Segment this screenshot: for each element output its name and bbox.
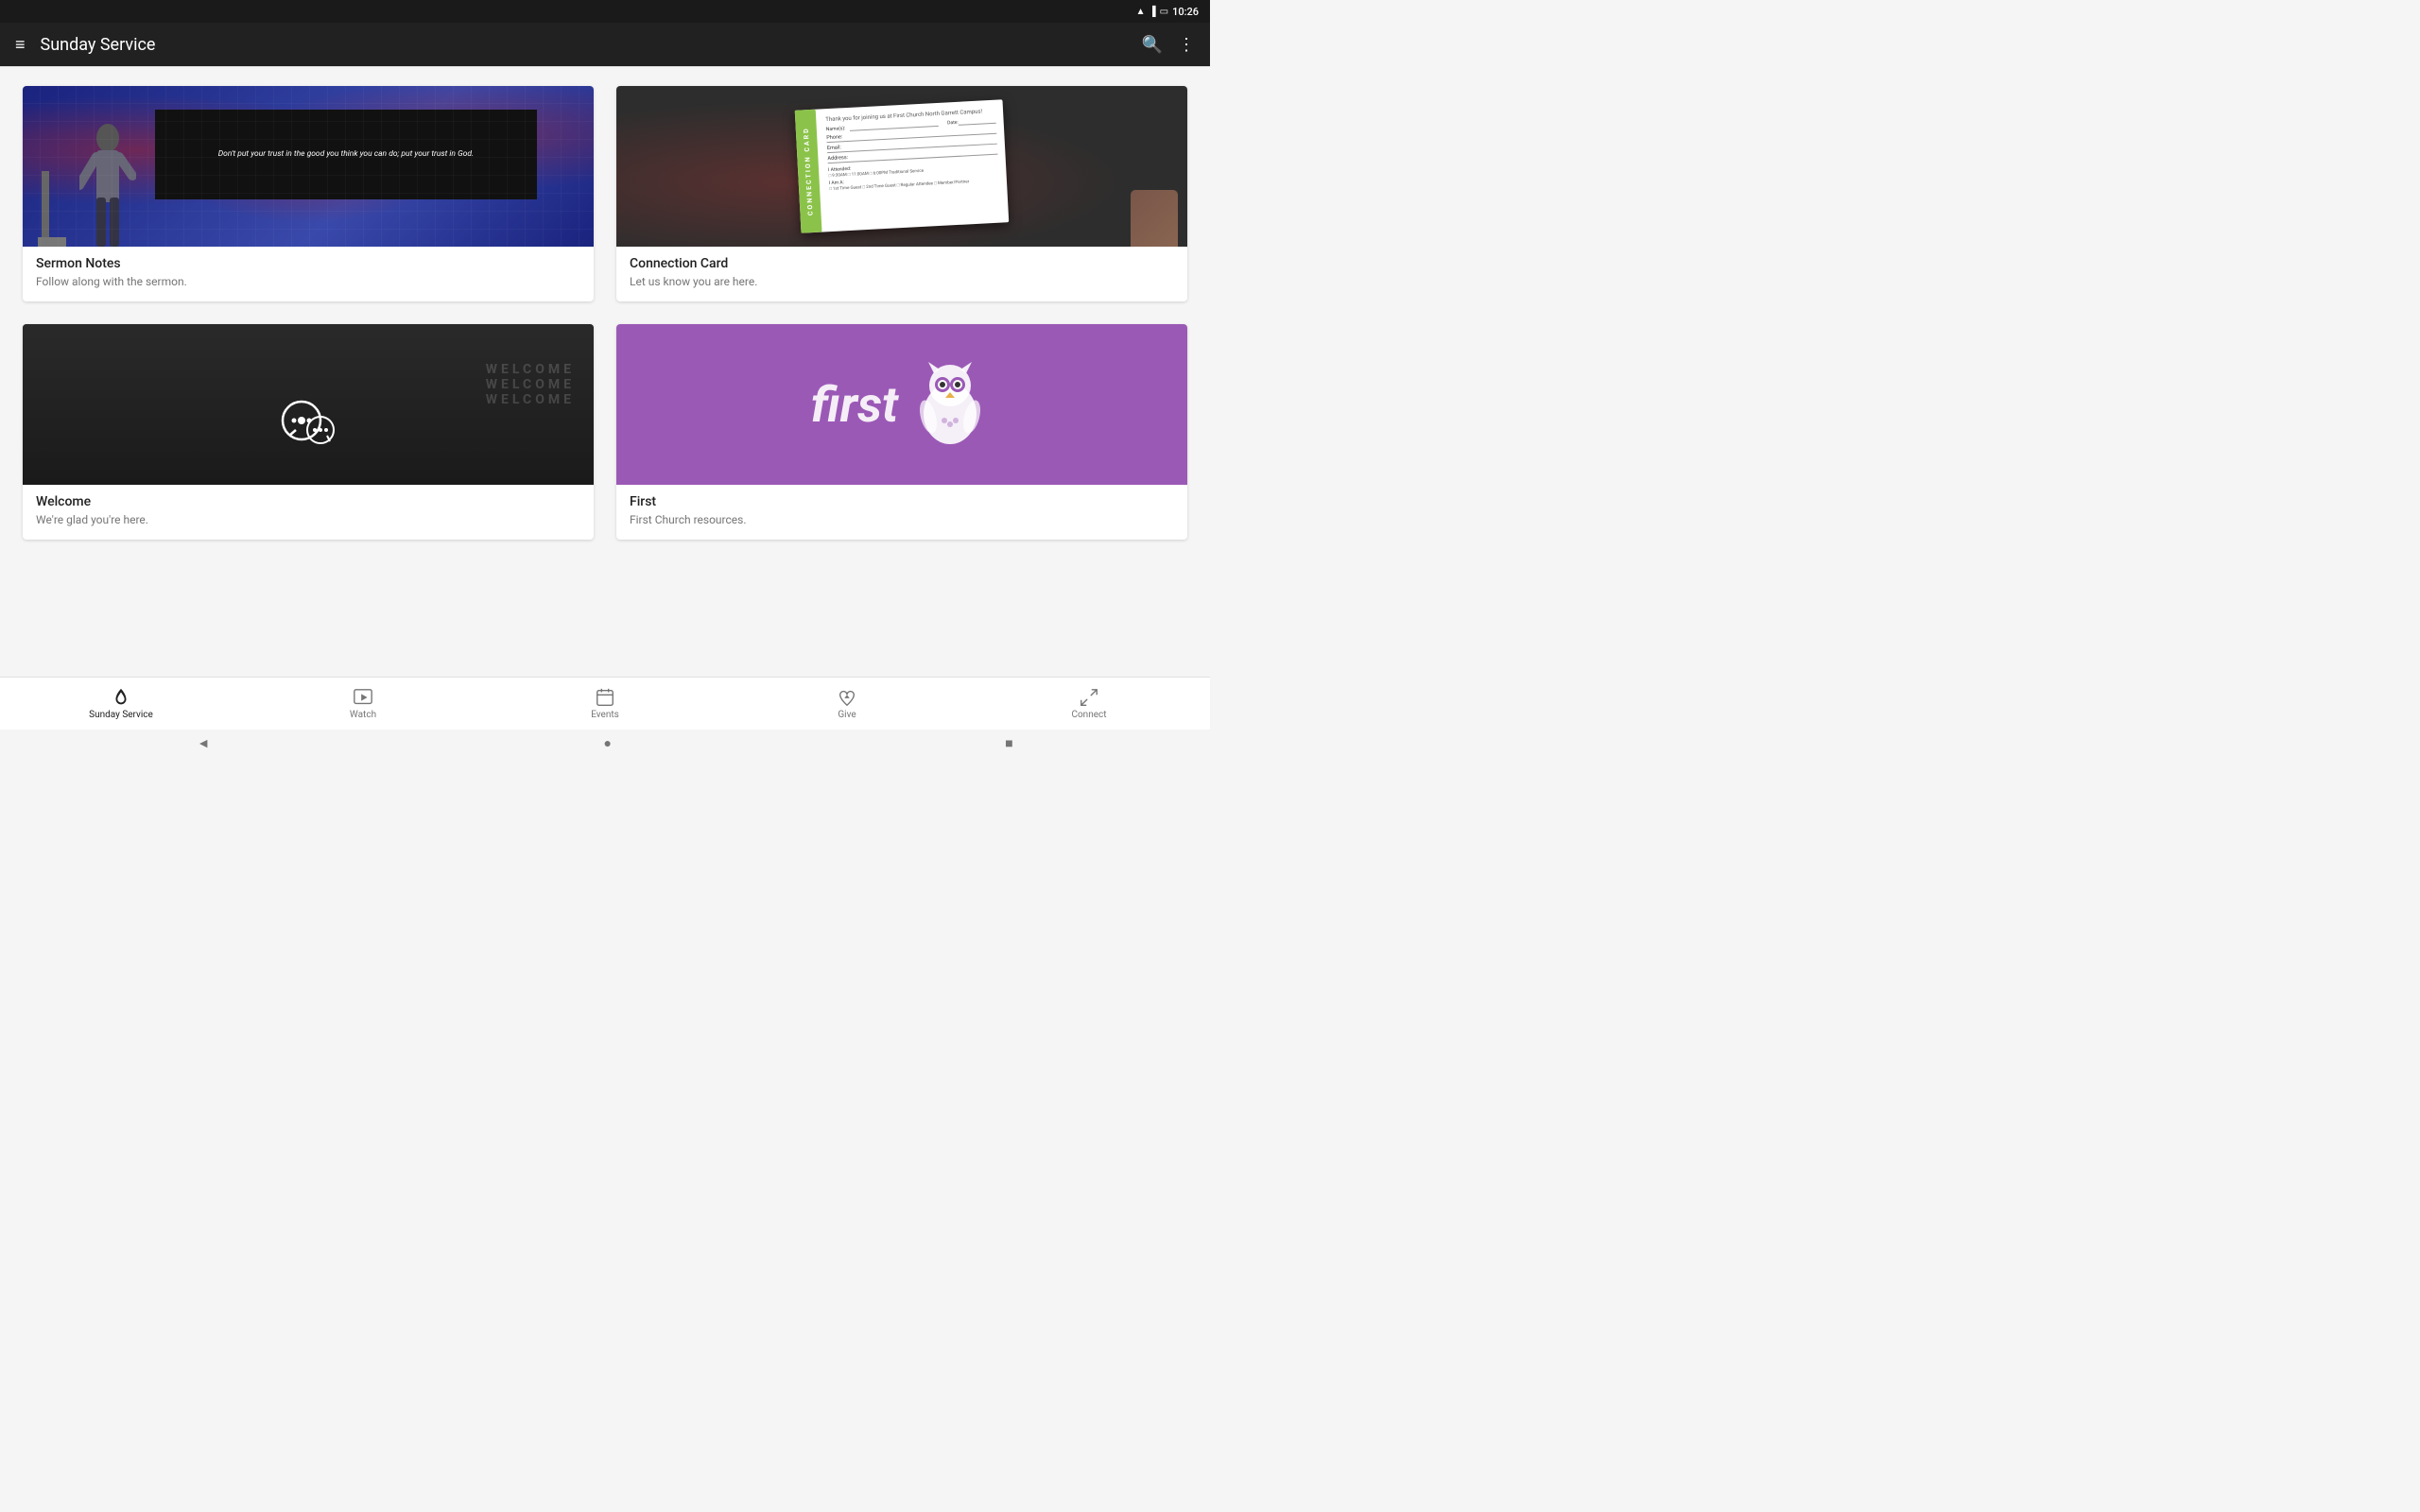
wifi-icon: ▲ [1136, 7, 1146, 17]
bottom-nav: Sunday Service Watch Events Give [0, 677, 1210, 730]
android-nav-bar: ◄ ● ■ [0, 730, 1210, 756]
nav-connect[interactable]: Connect [968, 681, 1210, 726]
app-bar-right: 🔍 ⋮ [1142, 35, 1195, 55]
hand [1131, 190, 1178, 247]
welcome-card[interactable]: WELCOME WELCOME WELCOME [23, 324, 594, 540]
main-content: Don't put your trust in the good you thi… [0, 67, 1210, 677]
first-logo-card[interactable]: first [616, 324, 1187, 540]
nav-connect-label: Connect [1071, 710, 1106, 720]
welcome-subtitle: We're glad you're here. [36, 513, 580, 526]
sermon-notes-image: Don't put your trust in the good you thi… [23, 86, 594, 247]
battery-icon: ▭ [1160, 7, 1168, 17]
status-time: 10:26 [1172, 6, 1199, 18]
cards-grid: Don't put your trust in the good you thi… [23, 86, 1187, 540]
more-options-icon[interactable]: ⋮ [1178, 35, 1195, 55]
give-icon [837, 687, 857, 708]
owl-icon [908, 362, 993, 447]
nav-events[interactable]: Events [484, 681, 726, 726]
menu-icon[interactable]: ≡ [15, 35, 26, 55]
sermon-screen-text: Don't put your trust in the good you thi… [218, 148, 474, 161]
connection-card-visual: CONNECTION CARD Thank you for joining us… [795, 99, 1010, 232]
welcome-line-3: WELCOME [486, 392, 575, 407]
sermon-notes-card[interactable]: Don't put your trust in the good you thi… [23, 86, 594, 301]
connection-card-image: CONNECTION CARD Thank you for joining us… [616, 86, 1187, 247]
welcome-image: WELCOME WELCOME WELCOME [23, 324, 594, 485]
status-bar: ▲ ▐ ▭ 10:26 [0, 0, 1210, 23]
calendar-icon [595, 687, 615, 708]
connect-icon [1079, 687, 1099, 708]
app-bar-title: Sunday Service [41, 35, 156, 55]
nav-give-label: Give [838, 710, 856, 720]
nav-watch[interactable]: Watch [242, 681, 484, 726]
sermon-notes-title: Sermon Notes [36, 256, 580, 271]
first-logo-body: First First Church resources. [616, 485, 1187, 540]
status-icons: ▲ ▐ ▭ 10:26 [1136, 6, 1199, 18]
sermon-notes-body: Sermon Notes Follow along with the sermo… [23, 247, 594, 301]
first-logo-text: first [811, 376, 898, 434]
sermon-notes-subtitle: Follow along with the sermon. [36, 275, 580, 288]
welcome-line-2: WELCOME [486, 377, 575, 392]
connection-card-content: Thank you for joining us at First Church… [825, 108, 999, 192]
play-icon [353, 687, 373, 708]
person-figure [79, 114, 136, 247]
welcome-body: Welcome We're glad you're here. [23, 485, 594, 540]
connection-card-body: Connection Card Let us know you are here… [616, 247, 1187, 301]
back-button[interactable]: ◄ [197, 735, 210, 751]
welcome-title: Welcome [36, 494, 580, 509]
welcome-line-1: WELCOME [486, 362, 575, 377]
first-logo-title: First [630, 494, 1174, 509]
chat-icon [275, 400, 341, 452]
first-logo-image: first [616, 324, 1187, 485]
podium-pole [42, 171, 49, 247]
connection-card-subtitle: Let us know you are here. [630, 275, 1174, 288]
first-logo-subtitle: First Church resources. [630, 513, 1174, 526]
welcome-text-overlay: WELCOME WELCOME WELCOME [486, 362, 575, 407]
nav-sunday-service-label: Sunday Service [89, 710, 153, 720]
recent-apps-button[interactable]: ■ [1005, 735, 1012, 751]
signal-icon: ▐ [1150, 7, 1156, 17]
connection-card-title: Connection Card [630, 256, 1174, 271]
flame-icon [111, 687, 131, 708]
nav-events-label: Events [591, 710, 619, 720]
nav-watch-label: Watch [350, 710, 376, 720]
nav-give[interactable]: Give [726, 681, 968, 726]
search-icon[interactable]: 🔍 [1142, 35, 1163, 55]
connection-card-card[interactable]: CONNECTION CARD Thank you for joining us… [616, 86, 1187, 301]
sermon-screen: Don't put your trust in the good you thi… [155, 110, 537, 199]
app-bar: ≡ Sunday Service 🔍 ⋮ [0, 23, 1210, 66]
podium-top [38, 237, 66, 247]
home-button[interactable]: ● [603, 735, 611, 751]
nav-sunday-service[interactable]: Sunday Service [0, 681, 242, 726]
app-bar-left: ≡ Sunday Service [15, 35, 155, 55]
